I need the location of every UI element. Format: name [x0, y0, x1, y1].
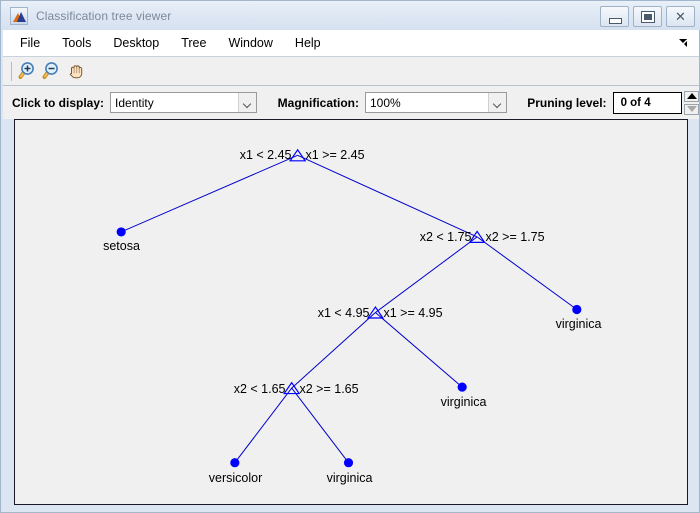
maximize-button[interactable]: [633, 6, 662, 27]
tree-edge: [292, 388, 349, 463]
tree-leaf-label: versicolor: [209, 471, 263, 485]
classification-tree-viewer-window: Classification tree viewer ✕ File Tools …: [0, 0, 700, 513]
tree-leaf-label: virginica: [556, 317, 602, 331]
menu-bar: File Tools Desktop Tree Window Help: [3, 30, 699, 57]
menu-desktop[interactable]: Desktop: [104, 33, 168, 53]
tree-split-label-right: x1 >= 2.45: [306, 148, 365, 162]
tree-leaf-node-marker[interactable]: [230, 458, 239, 467]
tree-leaf-label: virginica: [327, 471, 373, 485]
pruning-level-field[interactable]: 0 of 4: [613, 92, 682, 114]
toolbar: [3, 57, 699, 86]
magnification-select[interactable]: 100%: [365, 92, 507, 113]
chevron-down-icon: [238, 93, 256, 112]
magnification-select-value: 100%: [366, 96, 488, 110]
undock-arrow-icon[interactable]: [678, 38, 689, 49]
tree-split-label-left: x1 < 4.95: [318, 306, 370, 320]
title-bar: Classification tree viewer ✕: [1, 1, 700, 30]
tree-edge: [121, 155, 297, 232]
tree-plot-panel[interactable]: x1 < 2.45 x1 >= 2.45 setosa x2 < 1.75 x2 >= …: [14, 119, 688, 505]
tree-split-label-right: x2 >= 1.75: [486, 230, 545, 244]
pruning-level-value: 0 of 4: [614, 97, 651, 109]
window-buttons: ✕: [600, 6, 695, 27]
window-title: Classification tree viewer: [36, 9, 171, 23]
display-select[interactable]: Identity: [110, 92, 257, 113]
menu-tree[interactable]: Tree: [172, 33, 215, 53]
tree-leaf-node-marker[interactable]: [572, 305, 581, 314]
menu-window[interactable]: Window: [219, 33, 281, 53]
tree-edge: [375, 237, 477, 313]
tree-edge: [298, 155, 477, 237]
tree-leaf-label: virginica: [441, 395, 487, 409]
menu-tools[interactable]: Tools: [53, 33, 100, 53]
tree-edge: [375, 312, 462, 387]
minimize-button[interactable]: [600, 6, 629, 27]
pruning-level-stepper[interactable]: [684, 91, 699, 115]
close-icon: ✕: [667, 7, 694, 26]
pan-icon[interactable]: [65, 60, 87, 82]
tree-split-label-left: x2 < 1.75: [420, 230, 472, 244]
pruning-level-label: Pruning level:: [527, 96, 606, 110]
tree-split-label-left: x1 < 2.45: [240, 148, 292, 162]
zoom-out-icon[interactable]: [41, 60, 63, 82]
display-select-value: Identity: [111, 96, 238, 110]
tree-split-label-left: x2 < 1.65: [234, 382, 286, 396]
menu-help[interactable]: Help: [286, 33, 330, 53]
tree-edge: [292, 312, 376, 388]
tree-leaf-node-marker[interactable]: [458, 383, 467, 392]
close-button[interactable]: ✕: [666, 6, 695, 27]
stepper-up-icon[interactable]: [684, 91, 699, 102]
tree-leaf-label: setosa: [103, 239, 140, 253]
tree-leaf-node-marker[interactable]: [117, 227, 126, 236]
tree-leaf-node-marker[interactable]: [344, 458, 353, 467]
matlab-icon: [10, 7, 28, 25]
toolbar-separator: [11, 62, 12, 81]
stepper-down-icon[interactable]: [684, 104, 699, 115]
tree-split-label-right: x1 >= 4.95: [384, 306, 443, 320]
zoom-in-icon[interactable]: [17, 60, 39, 82]
control-strip: Click to display: Identity Magnification…: [3, 86, 699, 119]
click-to-display-label: Click to display:: [12, 96, 104, 110]
magnification-label: Magnification:: [278, 96, 359, 110]
chevron-down-icon: [488, 93, 506, 112]
menu-file[interactable]: File: [11, 33, 49, 53]
tree-edge: [235, 388, 292, 463]
tree-edge: [477, 237, 577, 310]
tree-split-label-right: x2 >= 1.65: [300, 382, 359, 396]
